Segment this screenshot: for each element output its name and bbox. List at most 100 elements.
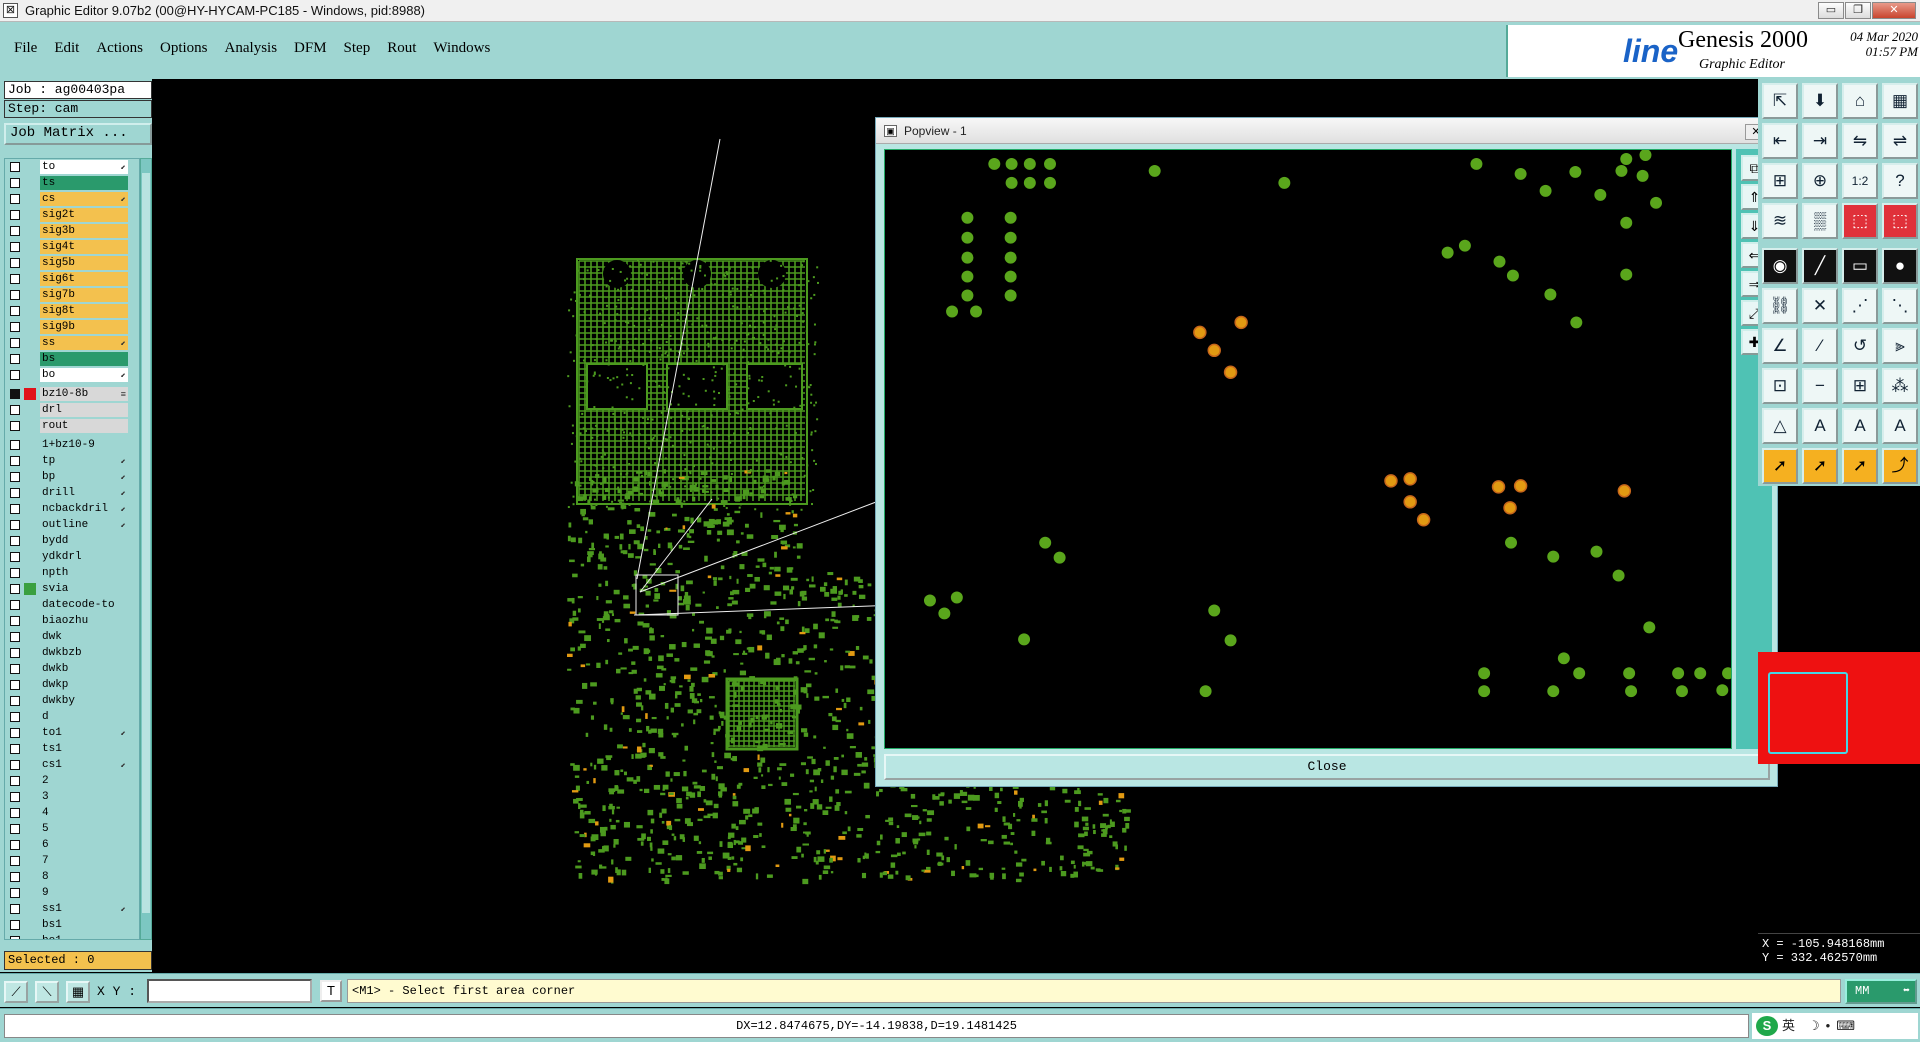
layer-row[interactable]: dwkp: [5, 677, 139, 693]
angle-snap-icon[interactable]: ⟍: [35, 981, 59, 1003]
layer-name[interactable]: 6: [40, 838, 128, 852]
layer-name[interactable]: dwk: [40, 630, 128, 644]
layer-color-swatch[interactable]: [24, 519, 36, 531]
pointer-icon[interactable]: ➚: [1762, 448, 1798, 484]
line-draw-icon[interactable]: ╱: [1802, 248, 1838, 284]
layer-row[interactable]: drill ⬋: [5, 485, 139, 501]
text-tool-button[interactable]: T: [320, 980, 342, 1002]
xy-input[interactable]: [147, 979, 312, 1003]
layer-color-swatch[interactable]: [24, 487, 36, 499]
layer-row[interactable]: sig2t: [5, 207, 139, 223]
layer-color-swatch[interactable]: [24, 791, 36, 803]
layer-color-swatch[interactable]: [24, 471, 36, 483]
layer-row[interactable]: 9: [5, 885, 139, 901]
layer-color-swatch[interactable]: [24, 647, 36, 659]
pointer-box-icon[interactable]: ➚: [1802, 448, 1838, 484]
layer-name[interactable]: 5: [40, 822, 128, 836]
layer-color-swatch[interactable]: [24, 353, 36, 365]
layer-name[interactable]: tp ⬋: [40, 454, 128, 468]
layer-visibility-checkbox[interactable]: [10, 872, 20, 882]
layer-color-swatch[interactable]: [24, 388, 36, 400]
layer-name[interactable]: ncbackdril ⬋: [40, 502, 128, 516]
layer-name[interactable]: bo1 ⬋: [40, 934, 128, 939]
popview-titlebar[interactable]: ▣ Popview - 1 ✕: [876, 118, 1777, 144]
layer-visibility-checkbox[interactable]: [10, 354, 20, 364]
layer-row[interactable]: bo ⬋: [5, 367, 139, 383]
save-icon[interactable]: ⬇: [1802, 83, 1838, 119]
layer-color-swatch[interactable]: [24, 935, 36, 939]
text-a2-icon[interactable]: A: [1842, 408, 1878, 444]
link-icon[interactable]: ⋱: [1882, 288, 1918, 324]
layer-row[interactable]: 2: [5, 773, 139, 789]
layer-color-swatch[interactable]: [24, 209, 36, 221]
layer-visibility-checkbox[interactable]: [10, 226, 20, 236]
layer-row[interactable]: bs1: [5, 917, 139, 933]
layer-color-swatch[interactable]: [24, 404, 36, 416]
layer-visibility-checkbox[interactable]: [10, 744, 20, 754]
ime-language[interactable]: 英: [1782, 1014, 1795, 1038]
layer-name[interactable]: cs ⬋: [40, 192, 128, 206]
layer-color-swatch[interactable]: [24, 193, 36, 205]
layer-name[interactable]: dwkp: [40, 678, 128, 692]
popview-canvas[interactable]: [884, 149, 1732, 749]
layer-name[interactable]: sig6t: [40, 272, 128, 286]
layer-name[interactable]: ydkdrl: [40, 550, 128, 564]
group-icon[interactable]: ⁂: [1882, 368, 1918, 404]
layer-row[interactable]: 3: [5, 789, 139, 805]
layer-row[interactable]: outline ⬋: [5, 517, 139, 533]
layer-color-swatch[interactable]: [24, 369, 36, 381]
layer-color-swatch[interactable]: [24, 161, 36, 173]
layer-visibility-checkbox[interactable]: [10, 456, 20, 466]
menu-options[interactable]: Options: [160, 40, 208, 57]
layer-name[interactable]: to1 ⬋: [40, 726, 128, 740]
cross-icon[interactable]: ✕: [1802, 288, 1838, 324]
layer-name[interactable]: bs: [40, 352, 128, 366]
layer-color-swatch[interactable]: [24, 535, 36, 547]
layer-scrollbar[interactable]: [140, 158, 152, 940]
layer-row[interactable]: bp ⬋: [5, 469, 139, 485]
layer-visibility-checkbox[interactable]: [10, 680, 20, 690]
layer-name[interactable]: ts1: [40, 742, 128, 756]
layer-name[interactable]: sig7b: [40, 288, 128, 302]
window-icon[interactable]: ▦: [1882, 83, 1918, 119]
layer-visibility-checkbox[interactable]: [10, 520, 20, 530]
layer-row[interactable]: cs1 ⬋: [5, 757, 139, 773]
help-icon[interactable]: ?: [1882, 163, 1918, 199]
layer-row[interactable]: 7: [5, 853, 139, 869]
layer-name[interactable]: 8: [40, 870, 128, 884]
layer-color-swatch[interactable]: [24, 871, 36, 883]
dfm-red-icon[interactable]: ⬚: [1842, 203, 1878, 239]
layer-visibility-checkbox[interactable]: [10, 920, 20, 930]
overview-map[interactable]: [1758, 652, 1920, 764]
grid-icon[interactable]: ▒: [1802, 203, 1838, 239]
menu-edit[interactable]: Edit: [54, 40, 79, 57]
layer-color-swatch[interactable]: [24, 759, 36, 771]
layer-name[interactable]: dwkb: [40, 662, 128, 676]
layer-color-swatch[interactable]: [24, 257, 36, 269]
layer-name[interactable]: svia: [40, 582, 128, 596]
layer-visibility-checkbox[interactable]: [10, 306, 20, 316]
layer-name[interactable]: 7: [40, 854, 128, 868]
layer-color-swatch[interactable]: [24, 855, 36, 867]
layer-color-swatch[interactable]: [24, 919, 36, 931]
layer-row[interactable]: ts1: [5, 741, 139, 757]
pad-move-icon[interactable]: ⊡: [1762, 368, 1798, 404]
layer-visibility-checkbox[interactable]: [10, 488, 20, 498]
menu-rout[interactable]: Rout: [387, 40, 416, 57]
layer-visibility-checkbox[interactable]: [10, 440, 20, 450]
menu-windows[interactable]: Windows: [433, 40, 490, 57]
angle-icon[interactable]: ∠: [1762, 328, 1798, 364]
layer-visibility-checkbox[interactable]: [10, 421, 20, 431]
layer-name[interactable]: dwkby: [40, 694, 128, 708]
layer-visibility-checkbox[interactable]: [10, 856, 20, 866]
layer-visibility-checkbox[interactable]: [10, 712, 20, 722]
layer-row[interactable]: dwkbzb: [5, 645, 139, 661]
layer-name[interactable]: sig5b: [40, 256, 128, 270]
measure-icon[interactable]: ⊞: [1842, 368, 1878, 404]
layers-icon[interactable]: ≋: [1762, 203, 1798, 239]
layer-color-swatch[interactable]: [24, 177, 36, 189]
layer-row[interactable]: sig5b: [5, 255, 139, 271]
layer-visibility-checkbox[interactable]: [10, 616, 20, 626]
layer-name[interactable]: sig3b: [40, 224, 128, 238]
layer-visibility-checkbox[interactable]: [10, 888, 20, 898]
